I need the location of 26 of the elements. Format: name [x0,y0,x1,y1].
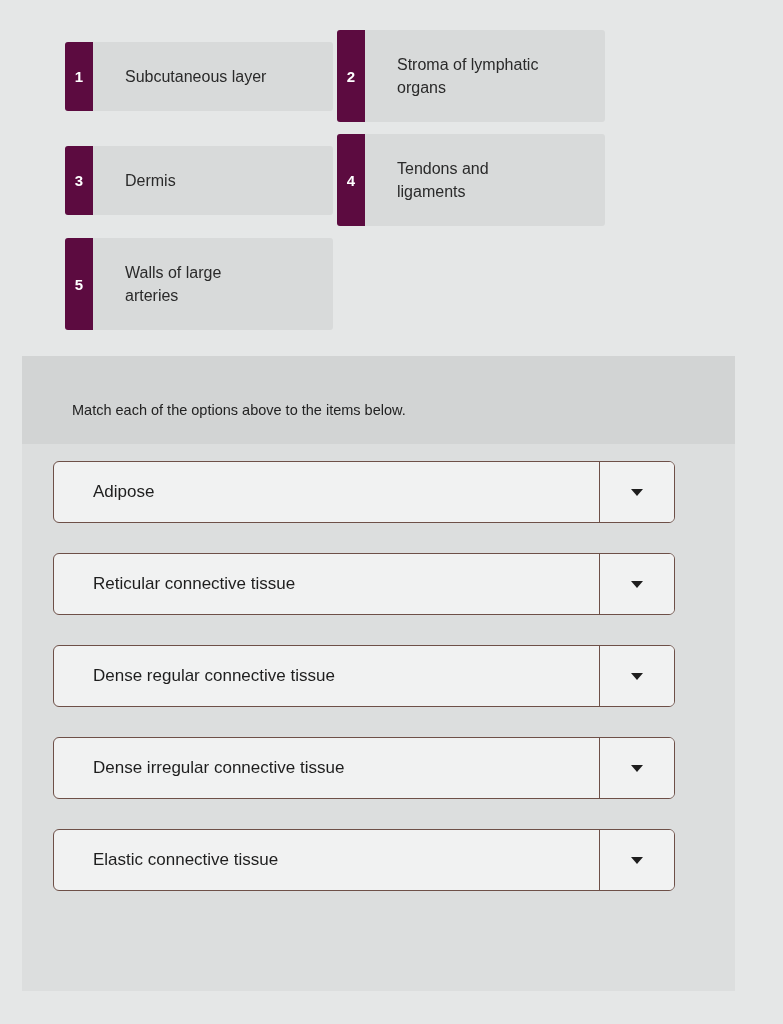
item-label: Elastic connective tissue [92,850,280,870]
item-label: Dense regular connective tissue [92,666,336,686]
caret-icon [631,856,643,864]
caret-icon [631,672,643,680]
caret-icon [631,580,643,588]
item-label: Adipose [92,482,156,502]
dropdown-button[interactable] [599,554,674,614]
option-number: 2 [337,30,365,122]
dropdown-button[interactable] [599,462,674,522]
option-label: Subcutaneous layer [124,66,268,87]
item-label: Reticular connective tissue [92,574,297,594]
option-number: 1 [65,41,93,111]
dropdown-button[interactable] [599,738,674,798]
option-number: 4 [337,134,365,226]
option-label: Walls of large arteries [124,263,223,306]
option-number: 3 [65,145,93,215]
option-number: 5 [65,238,93,330]
dropdown-button[interactable] [599,646,674,706]
instruction-text: Match each of the options above to the items below. [72,402,406,418]
caret-icon [631,764,643,772]
item-label: Dense irregular connective tissue [92,758,346,778]
option-label: Stroma of lymphatic organs [396,55,540,98]
dropdown-button[interactable] [599,830,674,890]
caret-icon [631,488,643,496]
option-label: Dermis [124,170,177,191]
option-label: Tendons and ligaments [396,159,490,202]
